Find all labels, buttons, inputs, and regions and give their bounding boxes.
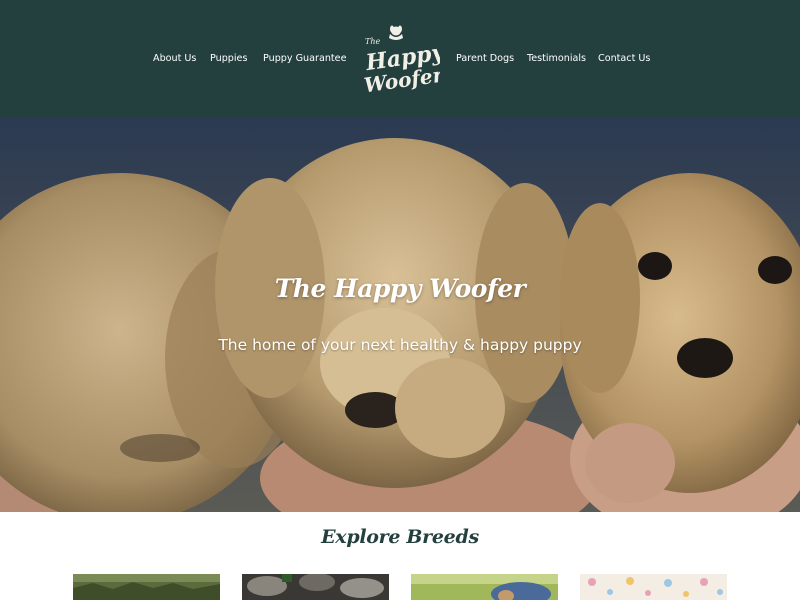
logo-graphic: The Happy Woofer xyxy=(363,25,448,97)
breed-photo-rocks xyxy=(242,574,389,600)
breed-photo-lawn xyxy=(411,574,558,600)
breed-card-1[interactable] xyxy=(73,574,220,600)
nav-parent-dogs[interactable]: Parent Dogs xyxy=(456,52,514,66)
breed-card-4[interactable] xyxy=(580,574,727,600)
hero-subtitle: The home of your next healthy & happy pu… xyxy=(218,336,582,354)
breed-card-3[interactable] xyxy=(411,574,558,600)
logo-text-the: The xyxy=(365,37,380,46)
nav-contact-us[interactable]: Contact Us xyxy=(598,52,650,66)
nav-puppy-guarantee[interactable]: Puppy Guarantee xyxy=(263,52,346,66)
site-logo[interactable]: The Happy Woofer xyxy=(356,22,448,97)
site-header: About Us Puppies Puppy Guarantee The Hap… xyxy=(0,0,800,118)
explore-breeds-heading: Explore Breeds xyxy=(321,526,479,548)
nav-testimonials[interactable]: Testimonials xyxy=(527,52,586,66)
breed-card-2[interactable] xyxy=(242,574,389,600)
nav-about-us[interactable]: About Us xyxy=(153,52,196,66)
hero-title: The Happy Woofer xyxy=(274,274,526,303)
hero-puppies-photo xyxy=(0,118,800,512)
dog-logo-icon xyxy=(389,25,403,40)
breed-photo-grass xyxy=(73,574,220,600)
nav-puppies[interactable]: Puppies xyxy=(210,52,247,66)
breed-photo-floral xyxy=(580,574,727,600)
hero-banner: The Happy Woofer The home of your next h… xyxy=(0,118,800,512)
